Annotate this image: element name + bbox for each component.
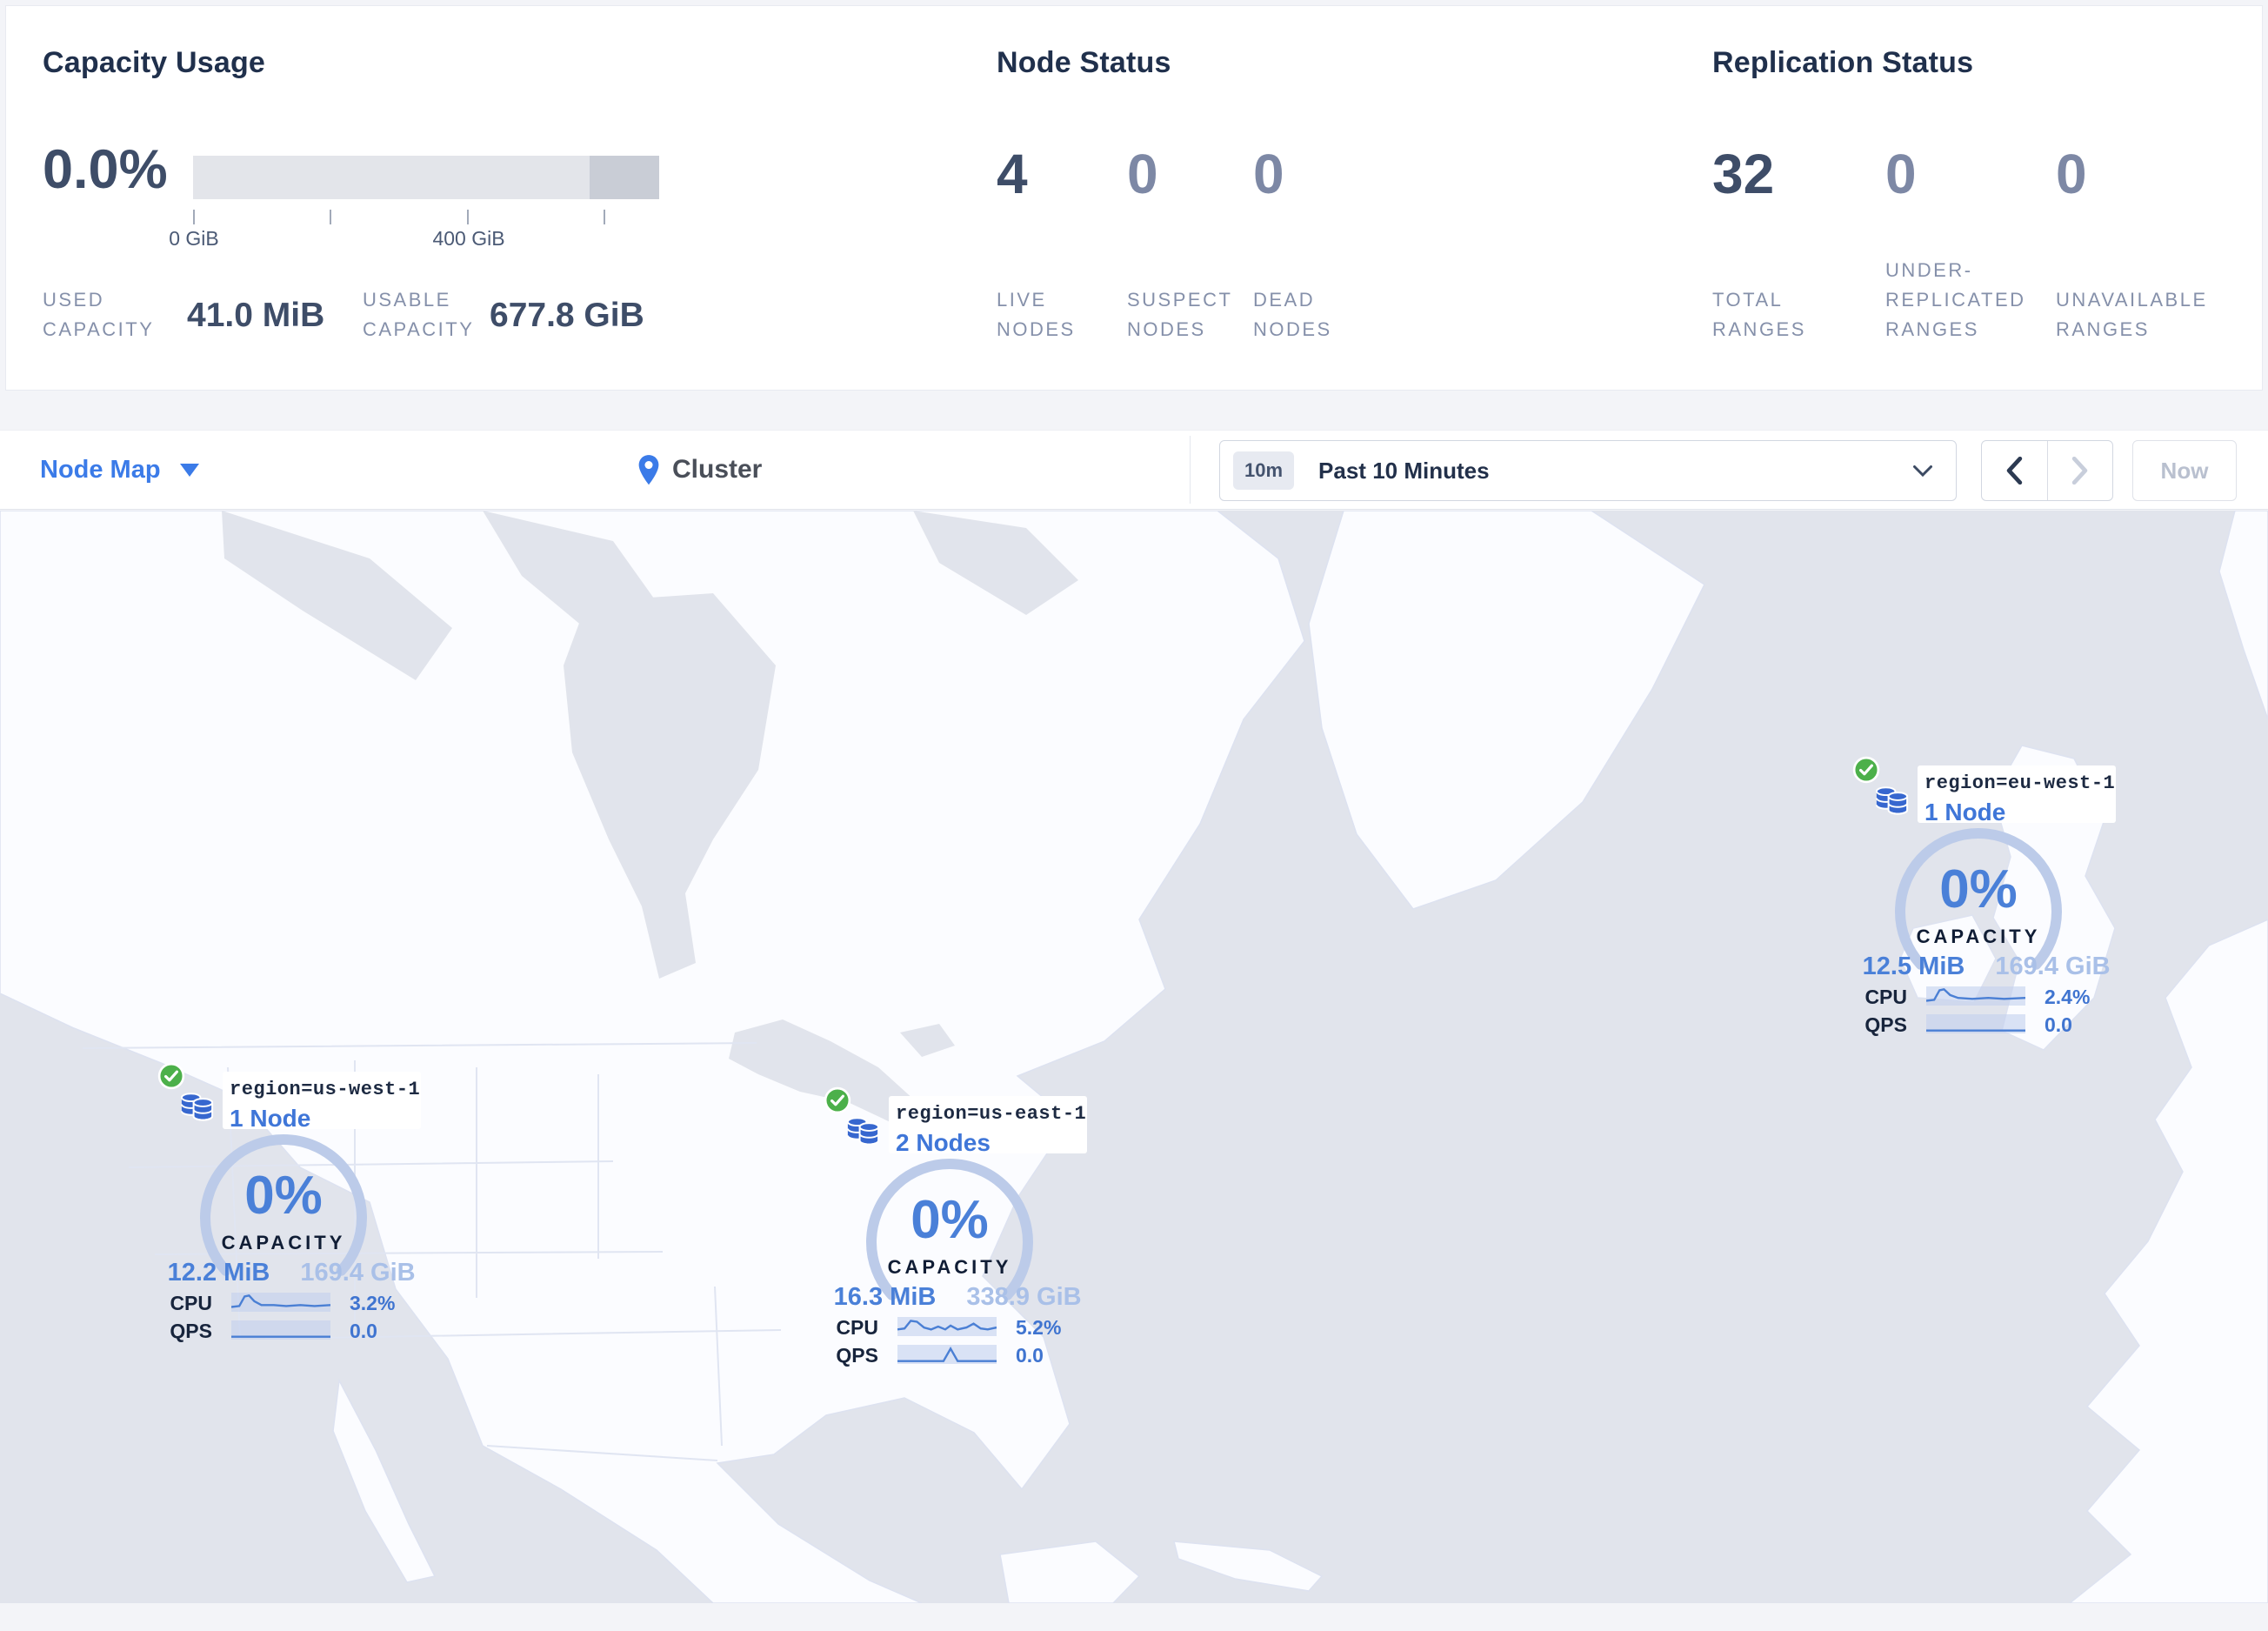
axis-tick-label: 400 GiB bbox=[432, 227, 505, 250]
region-usable-capacity: 169.4 GiB bbox=[1995, 953, 2111, 980]
time-pager bbox=[1981, 440, 2113, 501]
chevron-down-icon bbox=[1913, 465, 1932, 477]
cpu-label: CPU bbox=[170, 1292, 212, 1314]
qps-label: QPS bbox=[170, 1320, 212, 1342]
database-icon bbox=[1875, 786, 1909, 815]
capacity-gauge-label: CAPACITY bbox=[1916, 926, 2041, 947]
cpu-label: CPU bbox=[836, 1316, 878, 1339]
qps-sparkline bbox=[1926, 1014, 2025, 1033]
region-name: region=eu-west-1 bbox=[1924, 772, 2116, 794]
dead-nodes-label: DEAD NODES bbox=[1253, 289, 1332, 340]
live-nodes-value: 4 bbox=[997, 143, 1028, 205]
capacity-percent: 0% bbox=[244, 1166, 323, 1226]
cpu-sparkline bbox=[231, 1293, 330, 1312]
cpu-row: CPU 3.2% bbox=[143, 1292, 430, 1314]
region-name: region=us-east-1 bbox=[896, 1103, 1087, 1125]
qps-row: QPS 0.0 bbox=[1838, 1013, 2125, 1036]
time-range-badge: 10m bbox=[1233, 451, 1295, 490]
region-usable-capacity: 338.9 GiB bbox=[966, 1283, 1082, 1311]
region-used-capacity: 12.2 MiB bbox=[167, 1259, 270, 1287]
axis-tick bbox=[467, 210, 469, 224]
total-ranges-value: 32 bbox=[1712, 143, 1775, 205]
region-used-capacity: 16.3 MiB bbox=[833, 1283, 937, 1311]
cpu-value: 2.4% bbox=[2045, 986, 2091, 1008]
region-name: region=us-west-1 bbox=[230, 1079, 421, 1100]
qps-label: QPS bbox=[1864, 1013, 1907, 1036]
time-range-selector[interactable]: 10m Past 10 Minutes bbox=[1219, 440, 1957, 501]
axis-tick bbox=[193, 210, 195, 224]
cpu-sparkline bbox=[897, 1317, 997, 1336]
now-button[interactable]: Now bbox=[2132, 440, 2237, 501]
caret-down-icon bbox=[179, 463, 199, 477]
capacity-gauge-label: CAPACITY bbox=[887, 1256, 1012, 1278]
unavailable-ranges-label: UNAVAILABLE RANGES bbox=[2056, 289, 2208, 340]
map-pin-icon bbox=[638, 454, 659, 485]
total-ranges-label: TOTAL RANGES bbox=[1712, 289, 1806, 340]
cpu-value: 5.2% bbox=[1016, 1316, 1062, 1339]
view-selector-label: Node Map bbox=[40, 455, 161, 484]
time-forward-button[interactable] bbox=[2048, 441, 2113, 500]
qps-value: 0.0 bbox=[2045, 1013, 2072, 1036]
footer-strip bbox=[0, 1603, 2268, 1631]
cpu-row: CPU 2.4% bbox=[1838, 986, 2125, 1008]
region-usable-capacity: 169.4 GiB bbox=[300, 1259, 416, 1287]
axis-tick bbox=[604, 210, 605, 224]
qps-row: QPS 0.0 bbox=[143, 1320, 430, 1342]
capacity-percent: 0% bbox=[911, 1190, 989, 1250]
qps-row: QPS 0.0 bbox=[809, 1344, 1096, 1367]
axis-tick-label: 0 GiB bbox=[169, 227, 219, 250]
under-replicated-ranges-label: UNDER- REPLICATED RANGES bbox=[1885, 259, 2026, 340]
axis-tick bbox=[330, 210, 331, 224]
qps-value: 0.0 bbox=[350, 1320, 377, 1342]
world-map bbox=[0, 511, 2268, 1603]
node-map[interactable]: region=us-west-1 1 Node 0% CAPACITY 12.2… bbox=[0, 511, 2268, 1603]
usable-capacity-value: 677.8 GiB bbox=[490, 297, 644, 334]
time-range-label: Past 10 Minutes bbox=[1318, 457, 1490, 484]
cpu-value: 3.2% bbox=[350, 1292, 396, 1314]
dead-nodes-value: 0 bbox=[1253, 143, 1284, 205]
breadcrumb-cluster[interactable]: Cluster bbox=[637, 431, 762, 509]
unavailable-ranges-value: 0 bbox=[2056, 143, 2087, 205]
cpu-label: CPU bbox=[1864, 986, 1907, 1008]
cluster-summary-panel: Capacity Usage 0.0% 0 GiB 400 GiB USED C… bbox=[5, 5, 2263, 391]
now-button-label: Now bbox=[2160, 457, 2209, 484]
capacity-usage-bar bbox=[193, 156, 659, 199]
replication-status-title: Replication Status bbox=[1712, 46, 1974, 79]
database-icon bbox=[180, 1093, 214, 1121]
qps-sparkline bbox=[231, 1320, 330, 1340]
used-capacity-label: USED CAPACITY bbox=[43, 289, 155, 340]
chevron-left-icon bbox=[2006, 457, 2022, 485]
capacity-percent: 0% bbox=[1939, 859, 2018, 919]
database-icon bbox=[846, 1117, 880, 1146]
view-selector-dropdown[interactable]: Node Map bbox=[40, 431, 199, 509]
map-toolbar: Node Map Cluster 10m Past 10 Minutes Now bbox=[0, 430, 2268, 510]
suspect-nodes-value: 0 bbox=[1127, 143, 1158, 205]
qps-label: QPS bbox=[836, 1344, 878, 1367]
node-status-title: Node Status bbox=[997, 46, 1171, 79]
breadcrumb-label: Cluster bbox=[672, 455, 763, 484]
cpu-sparkline bbox=[1926, 986, 2025, 1006]
capacity-reserved-segment bbox=[590, 156, 659, 199]
region-used-capacity: 12.5 MiB bbox=[1862, 953, 1965, 980]
capacity-usage-title: Capacity Usage bbox=[43, 46, 266, 79]
chevron-right-icon bbox=[2072, 457, 2088, 485]
qps-value: 0.0 bbox=[1016, 1344, 1044, 1367]
capacity-gauge-label: CAPACITY bbox=[221, 1232, 346, 1253]
time-back-button[interactable] bbox=[1982, 441, 2048, 500]
qps-sparkline bbox=[897, 1345, 997, 1364]
used-capacity-value: 41.0 MiB bbox=[187, 297, 325, 334]
toolbar-divider bbox=[1190, 436, 1191, 504]
usable-capacity-label: USABLE CAPACITY bbox=[363, 289, 475, 340]
capacity-usage-percent: 0.0% bbox=[43, 139, 168, 200]
under-replicated-ranges-value: 0 bbox=[1885, 143, 1917, 205]
cpu-row: CPU 5.2% bbox=[809, 1316, 1096, 1339]
